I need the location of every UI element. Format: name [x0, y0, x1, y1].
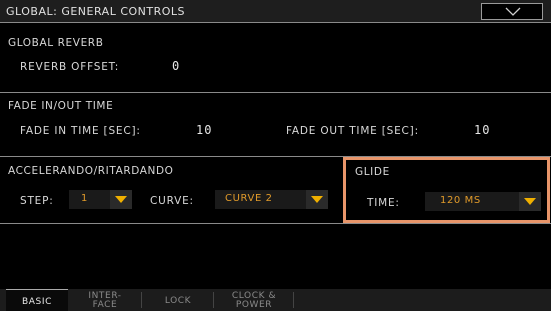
page-menu-button[interactable] [481, 3, 543, 20]
fade-in-time-label: FADE IN TIME [SEC]: [20, 125, 141, 137]
glide-time-dropdown[interactable]: 120 MS [425, 192, 541, 211]
tab-lock-label: LOCK [164, 296, 192, 306]
page-title: GLOBAL: GENERAL CONTROLS [6, 5, 186, 18]
step-value: 1 [81, 193, 88, 204]
curve-label: CURVE: [150, 195, 194, 207]
curve-value: CURVE 2 [225, 193, 273, 204]
curve-dropdown-arrow[interactable] [306, 190, 328, 209]
tab-bar: BASIC INTER- FACE LOCK CLOCK & POWER [0, 289, 551, 311]
triangle-down-icon [524, 198, 536, 205]
step-label: STEP: [20, 195, 54, 207]
tab-basic[interactable]: BASIC [6, 289, 68, 311]
glide-panel: GLIDE TIME: 120 MS [343, 157, 550, 223]
step-dropdown-arrow[interactable] [110, 190, 132, 209]
glide-title: GLIDE [355, 166, 390, 178]
triangle-down-icon [311, 196, 323, 203]
accelerando-title: ACCELERANDO/RITARDANDO [8, 165, 174, 177]
tab-interface-label-line2: FACE [92, 300, 118, 310]
fade-time-title: FADE IN/OUT TIME [8, 100, 114, 112]
step-dropdown[interactable]: 1 [69, 190, 132, 209]
section-divider [0, 223, 551, 224]
glide-time-dropdown-arrow[interactable] [519, 192, 541, 211]
fade-out-time-value[interactable]: 10 [474, 123, 490, 137]
fade-out-time-label: FADE OUT TIME [SEC]: [286, 125, 419, 137]
reverb-offset-value[interactable]: 0 [172, 59, 180, 73]
title-bar: GLOBAL: GENERAL CONTROLS [0, 0, 551, 23]
global-reverb-title: GLOBAL REVERB [8, 37, 104, 49]
accelerando-panel: ACCELERANDO/RITARDANDO STEP: 1 CURVE: CU… [0, 157, 343, 223]
fade-time-panel: FADE IN/OUT TIME FADE IN TIME [SEC]: 10 … [0, 93, 551, 157]
curve-dropdown[interactable]: CURVE 2 [215, 190, 328, 209]
reverb-offset-label: REVERB OFFSET: [20, 61, 120, 73]
chevron-down-icon [505, 7, 521, 16]
glide-time-label: TIME: [367, 197, 400, 209]
fade-in-time-value[interactable]: 10 [196, 123, 212, 137]
tab-clock-power[interactable]: CLOCK & POWER [214, 289, 294, 311]
tab-basic-label: BASIC [22, 297, 52, 307]
triangle-down-icon [115, 196, 127, 203]
tab-clock-power-label-line2: POWER [235, 300, 273, 310]
global-reverb-panel: GLOBAL REVERB REVERB OFFSET: 0 [0, 23, 551, 93]
tab-interface[interactable]: INTER- FACE [68, 289, 142, 311]
tab-lock[interactable]: LOCK [142, 289, 214, 311]
glide-time-value: 120 MS [440, 195, 481, 206]
